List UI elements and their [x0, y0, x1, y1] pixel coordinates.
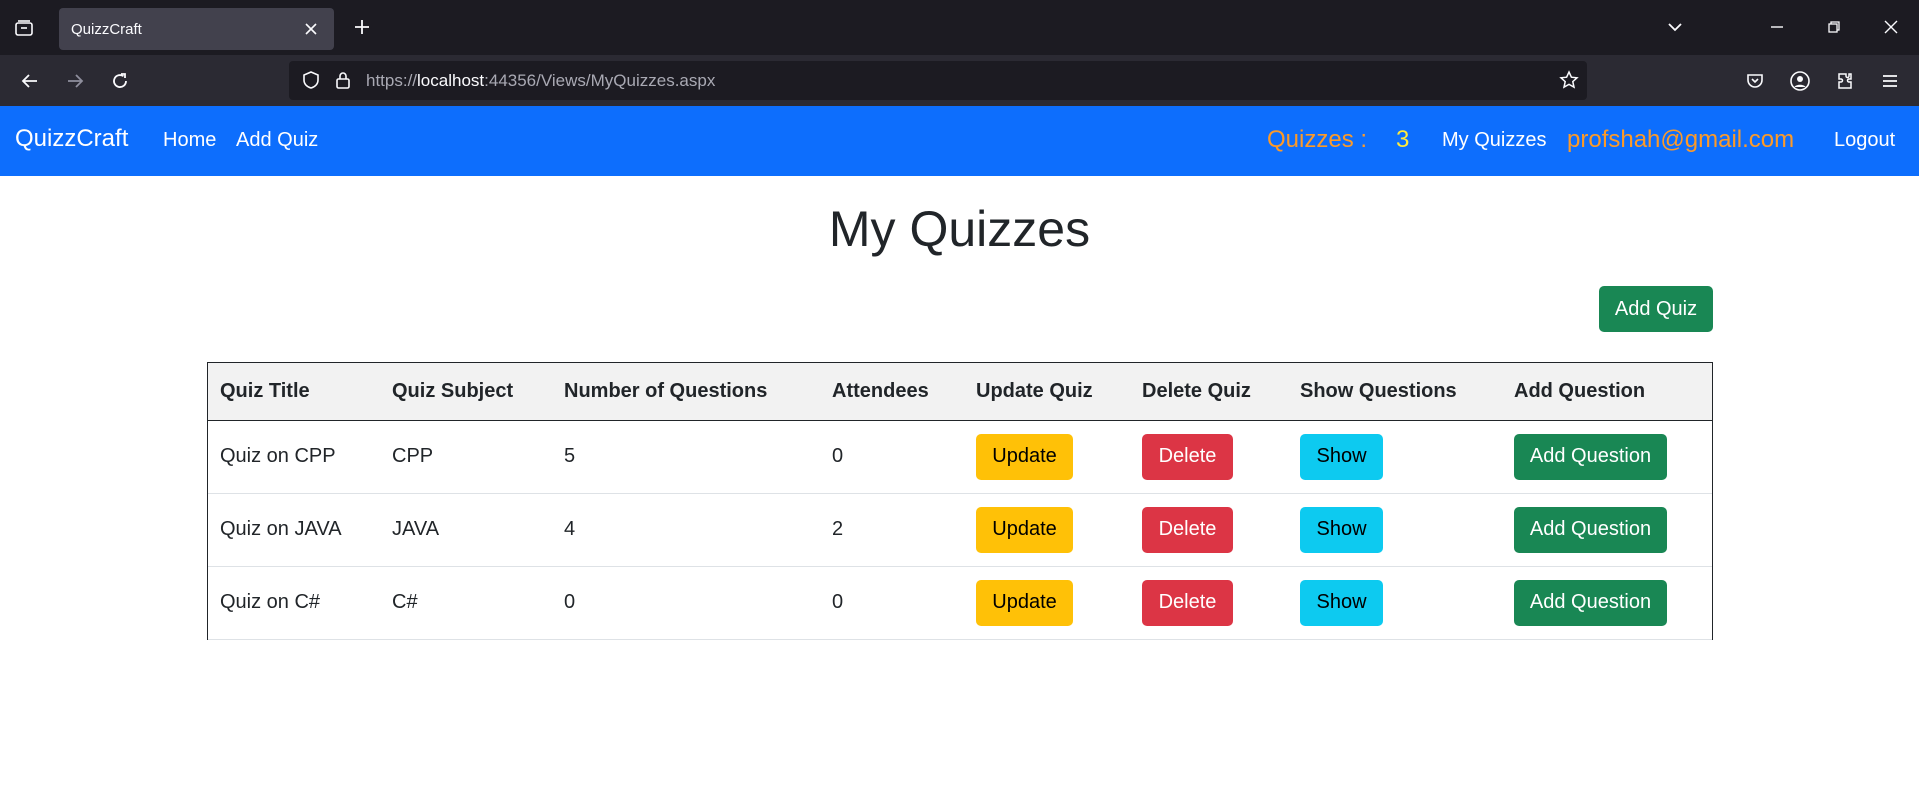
header-attendees: Attendees: [820, 363, 964, 421]
add-question-button[interactable]: Add Question: [1514, 433, 1667, 480]
tab-list-icon[interactable]: [10, 14, 38, 42]
header-number-of-questions: Number of Questions: [552, 363, 820, 421]
header-show-questions: Show Questions: [1288, 363, 1502, 421]
cell-add-question: Add Question: [1502, 566, 1712, 640]
quizzes-count-value: 3: [1396, 126, 1410, 153]
update-button[interactable]: Update: [976, 506, 1073, 553]
delete-button[interactable]: Delete: [1142, 579, 1233, 626]
forward-arrow-icon[interactable]: [59, 65, 91, 97]
chevron-down-icon[interactable]: [1661, 13, 1689, 41]
restore-icon[interactable]: [1820, 13, 1848, 41]
show-button[interactable]: Show: [1300, 506, 1383, 553]
cell-quiz-subject: JAVA: [380, 493, 552, 567]
url-bar[interactable]: https://localhost:44356/Views/MyQuizzes.…: [289, 61, 1587, 100]
browser-tab-bar: QuizzCraft: [0, 0, 1919, 55]
browser-nav-bar: https://localhost:44356/Views/MyQuizzes.…: [0, 55, 1919, 106]
url-text[interactable]: https://localhost:44356/Views/MyQuizzes.…: [366, 71, 715, 91]
cell-number-of-questions: 4: [552, 493, 820, 567]
cell-update: Update: [964, 566, 1130, 640]
url-path: :44356/Views/MyQuizzes.aspx: [484, 71, 716, 90]
quizzes-count-label: Quizzes :: [1267, 126, 1368, 153]
cell-delete: Delete: [1130, 566, 1288, 640]
plus-icon[interactable]: [348, 13, 376, 41]
cell-number-of-questions: 5: [552, 420, 820, 494]
account-icon[interactable]: [1784, 65, 1816, 97]
lock-icon[interactable]: [333, 70, 353, 95]
cell-add-question: Add Question: [1502, 420, 1712, 494]
cell-update: Update: [964, 493, 1130, 567]
minimize-icon[interactable]: [1763, 13, 1791, 41]
nav-add-quiz-link[interactable]: Add Quiz: [236, 129, 318, 152]
cell-attendees: 0: [820, 566, 964, 640]
cell-number-of-questions: 0: [552, 566, 820, 640]
table-row: Quiz on JAVA JAVA 4 2 Update Delete Show…: [208, 493, 1712, 567]
delete-button[interactable]: Delete: [1142, 433, 1233, 480]
add-quiz-button[interactable]: Add Quiz: [1599, 286, 1713, 332]
delete-button[interactable]: Delete: [1142, 506, 1233, 553]
add-question-button[interactable]: Add Question: [1514, 579, 1667, 626]
cell-quiz-title: Quiz on JAVA: [208, 493, 380, 567]
cell-attendees: 2: [820, 493, 964, 567]
nav-home-link[interactable]: Home: [163, 129, 216, 152]
cell-delete: Delete: [1130, 493, 1288, 567]
menu-icon[interactable]: [1874, 65, 1906, 97]
pocket-icon[interactable]: [1739, 65, 1771, 97]
header-quiz-subject: Quiz Subject: [380, 363, 552, 421]
header-add-question: Add Question: [1502, 363, 1712, 421]
back-arrow-icon[interactable]: [14, 65, 46, 97]
cell-show: Show: [1288, 566, 1502, 640]
add-question-button[interactable]: Add Question: [1514, 506, 1667, 553]
header-quiz-title: Quiz Title: [208, 363, 380, 421]
tab-title: QuizzCraft: [71, 20, 142, 38]
window-close-icon[interactable]: [1877, 13, 1905, 41]
update-button[interactable]: Update: [976, 433, 1073, 480]
page-title: My Quizzes: [828, 201, 1091, 257]
url-host: localhost: [417, 71, 485, 90]
extensions-icon[interactable]: [1829, 65, 1861, 97]
table-header-row: Quiz Title Quiz Subject Number of Questi…: [208, 363, 1712, 421]
cell-quiz-title: Quiz on C#: [208, 566, 380, 640]
cell-update: Update: [964, 420, 1130, 494]
cell-show: Show: [1288, 493, 1502, 567]
cell-quiz-subject: CPP: [380, 420, 552, 494]
table-row: Quiz on CPP CPP 5 0 Update Delete Show A…: [208, 420, 1712, 494]
app-navbar: QuizzCraft Home Add Quiz Quizzes : 3 My …: [0, 106, 1919, 176]
user-email: profshah@gmail.com: [1567, 126, 1795, 153]
cell-attendees: 0: [820, 420, 964, 494]
table-row: Quiz on C# C# 0 0 Update Delete Show Add…: [208, 566, 1712, 640]
url-prefix: https://: [366, 71, 418, 90]
cell-quiz-subject: C#: [380, 566, 552, 640]
brand-logo[interactable]: QuizzCraft: [15, 125, 128, 153]
cell-show: Show: [1288, 420, 1502, 494]
header-delete-quiz: Delete Quiz: [1130, 363, 1288, 421]
update-button[interactable]: Update: [976, 579, 1073, 626]
browser-tab[interactable]: QuizzCraft: [59, 8, 334, 50]
nav-my-quizzes-link[interactable]: My Quizzes: [1442, 129, 1546, 152]
header-update-quiz: Update Quiz: [964, 363, 1130, 421]
show-button[interactable]: Show: [1300, 579, 1383, 626]
bookmark-star-icon[interactable]: [1559, 70, 1579, 95]
show-button[interactable]: Show: [1300, 433, 1383, 480]
cell-quiz-title: Quiz on CPP: [208, 420, 380, 494]
reload-icon[interactable]: [104, 65, 136, 97]
quizzes-table: Quiz Title Quiz Subject Number of Questi…: [207, 362, 1713, 640]
shield-icon[interactable]: [301, 70, 321, 95]
cell-delete: Delete: [1130, 420, 1288, 494]
nav-logout-link[interactable]: Logout: [1834, 129, 1895, 152]
cell-add-question: Add Question: [1502, 493, 1712, 567]
close-icon[interactable]: [300, 18, 322, 40]
